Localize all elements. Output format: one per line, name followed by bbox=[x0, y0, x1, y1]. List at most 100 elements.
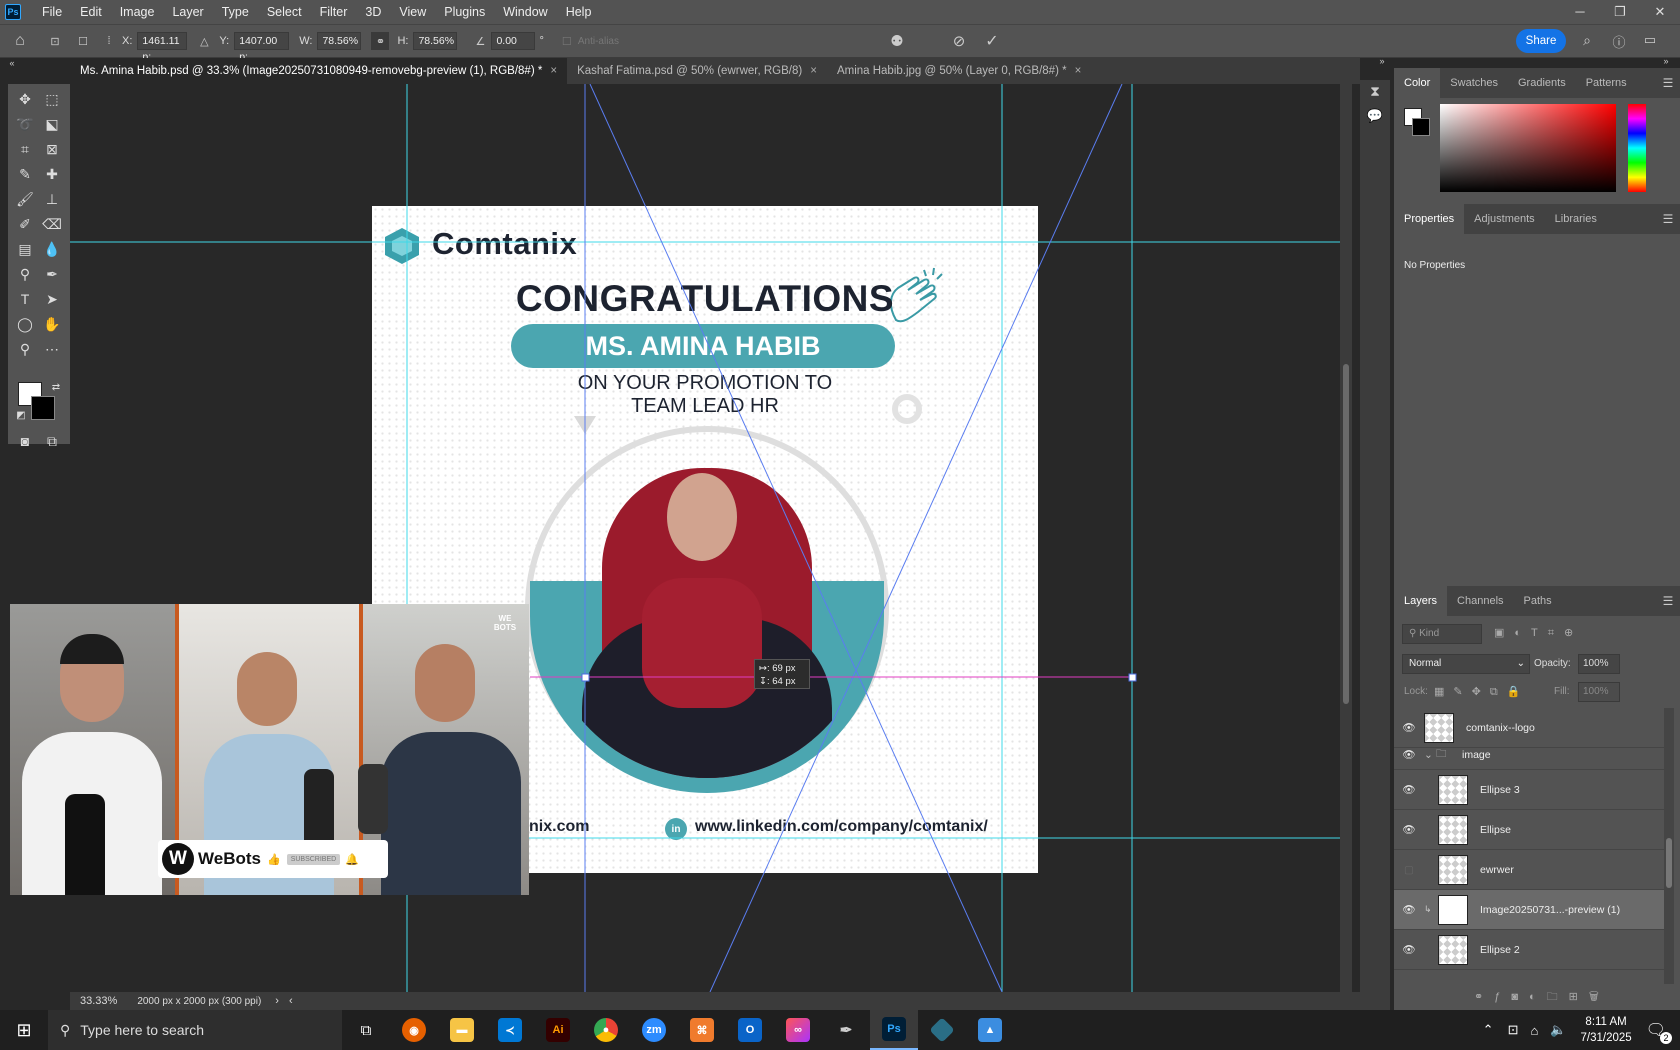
transform-tool-icon[interactable]: ⊡ bbox=[40, 35, 70, 48]
network-app-icon[interactable]: ⊡ bbox=[1508, 1022, 1519, 1038]
object-select-tool-icon[interactable]: ⬕ bbox=[39, 113, 65, 135]
menu-image[interactable]: Image bbox=[111, 0, 164, 24]
taskbar-search-box[interactable]: ⚲ Type here to search bbox=[48, 1010, 342, 1050]
menu-layer[interactable]: Layer bbox=[163, 0, 212, 24]
cancel-transform-icon[interactable]: ⊘ bbox=[949, 32, 969, 50]
visibility-hidden-box[interactable]: ▢ bbox=[1394, 864, 1424, 876]
dodge-tool-icon[interactable]: ⚲ bbox=[12, 263, 38, 285]
vertical-scrollbar[interactable] bbox=[1340, 84, 1352, 992]
tab-doc-1[interactable]: Ms. Amina Habib.psd @ 33.3% (Image202507… bbox=[70, 58, 568, 84]
h-field[interactable]: 78.56% bbox=[413, 32, 458, 50]
tab-doc-3[interactable]: Amina Habib.jpg @ 50% (Layer 0, RGB/8#) … bbox=[827, 58, 1091, 84]
eyedropper-tool-icon[interactable]: ✎ bbox=[12, 163, 38, 185]
visibility-eye-icon[interactable]: 👁 bbox=[1394, 943, 1424, 956]
type-tool-icon[interactable]: T bbox=[12, 288, 38, 310]
tab-channels[interactable]: Channels bbox=[1447, 595, 1513, 607]
photoshop-app[interactable]: Ps bbox=[870, 1010, 918, 1050]
chrome-app[interactable]: ● bbox=[582, 1010, 630, 1050]
stamp-tool-icon[interactable]: ⊥ bbox=[39, 188, 65, 210]
layer-group-row[interactable]: 👁 ⌄ 🗀 image bbox=[1394, 740, 1664, 770]
menu-edit[interactable]: Edit bbox=[71, 0, 111, 24]
hand-tool-icon[interactable]: ✋ bbox=[39, 313, 65, 335]
pen-tool-icon[interactable]: ✒ bbox=[39, 263, 65, 285]
eraser-tool-icon[interactable]: ⌫ bbox=[39, 213, 65, 235]
lasso-tool-icon[interactable]: ➰ bbox=[12, 113, 38, 135]
chevron-down-icon[interactable]: ⌄ bbox=[1424, 749, 1436, 761]
reference-point-checkbox[interactable]: ☐ bbox=[70, 35, 96, 48]
hue-slider[interactable] bbox=[1628, 104, 1646, 192]
video-overlay[interactable]: WE BOTS W WeBots 👍 SUBSCRIBED 🔔 bbox=[10, 604, 529, 895]
color-bg-swatch[interactable] bbox=[1412, 118, 1430, 136]
collapse-panels-icon[interactable]: » bbox=[1658, 56, 1674, 66]
image-viewer-app[interactable]: ▲ bbox=[966, 1010, 1014, 1050]
visibility-eye-icon[interactable]: 👁 bbox=[1394, 823, 1424, 836]
wifi-icon[interactable]: ⌂ bbox=[1530, 1023, 1538, 1038]
zoom-level[interactable]: 33.33% bbox=[80, 995, 117, 1007]
menu-filter[interactable]: Filter bbox=[311, 0, 357, 24]
tab-adjustments[interactable]: Adjustments bbox=[1464, 213, 1545, 225]
subscribed-button[interactable]: SUBSCRIBED bbox=[286, 853, 341, 865]
close-tab-icon[interactable]: × bbox=[1075, 65, 1082, 77]
help-icon[interactable]: ⓘ bbox=[1609, 32, 1629, 51]
brush-tool-icon[interactable]: 🖌 bbox=[12, 188, 38, 210]
chevron-left-icon[interactable]: ‹ bbox=[289, 995, 293, 1007]
tab-layers[interactable]: Layers bbox=[1394, 586, 1448, 616]
screen-mode-icon[interactable]: ⧉ bbox=[39, 430, 65, 452]
layers-scroll-thumb[interactable] bbox=[1666, 838, 1672, 888]
illustrator-app[interactable]: Ai bbox=[534, 1010, 582, 1050]
visibility-eye-icon[interactable]: 👁 bbox=[1394, 783, 1424, 796]
reference-point-icon[interactable]: ⁞ bbox=[96, 35, 122, 47]
y-field[interactable]: 1407.00 p: bbox=[234, 32, 290, 63]
close-tab-icon[interactable]: × bbox=[550, 65, 557, 77]
tab-gradients[interactable]: Gradients bbox=[1508, 77, 1576, 89]
frame-tool-icon[interactable]: ⊠ bbox=[39, 138, 65, 160]
start-button[interactable]: ⊞ bbox=[0, 1010, 48, 1050]
visibility-eye-icon[interactable]: 👁 bbox=[1394, 721, 1424, 734]
fill-field[interactable]: 100% bbox=[1578, 682, 1620, 702]
tab-color[interactable]: Color bbox=[1394, 68, 1441, 98]
chevron-up-icon[interactable]: ⌃ bbox=[1483, 1022, 1494, 1038]
restore-icon[interactable]: ❐ bbox=[1600, 4, 1640, 20]
menu-view[interactable]: View bbox=[390, 0, 435, 24]
tab-properties[interactable]: Properties bbox=[1394, 204, 1465, 234]
menu-file[interactable]: File bbox=[33, 0, 71, 24]
blend-mode-select[interactable]: Normal ⌄ bbox=[1402, 654, 1530, 674]
tab-doc-2[interactable]: Kashaf Fatima.psd @ 50% (ewrwer, RGB/8) × bbox=[567, 58, 827, 84]
tab-libraries[interactable]: Libraries bbox=[1545, 213, 1607, 225]
layers-scrollbar[interactable] bbox=[1664, 708, 1674, 984]
vscode-app[interactable]: ≺ bbox=[486, 1010, 534, 1050]
close-icon[interactable]: ✕ bbox=[1640, 4, 1680, 20]
close-tab-icon[interactable]: × bbox=[810, 65, 817, 77]
postman-app[interactable]: ⌘ bbox=[678, 1010, 726, 1050]
crop-tool-icon[interactable]: ⌗ bbox=[12, 138, 38, 160]
marquee-tool-icon[interactable]: ⬚ bbox=[39, 88, 65, 110]
history-panel-icon[interactable]: ⧗ bbox=[1365, 83, 1385, 100]
minimize-icon[interactable]: ─ bbox=[1560, 4, 1600, 20]
lock-icons[interactable]: ▦✎✥⧉🔒 bbox=[1434, 685, 1529, 699]
menu-window[interactable]: Window bbox=[494, 0, 556, 24]
default-colors-icon[interactable]: ◩ bbox=[8, 404, 34, 426]
tab-swatches[interactable]: Swatches bbox=[1440, 77, 1508, 89]
menu-select[interactable]: Select bbox=[258, 0, 311, 24]
pen-app[interactable]: ✒ bbox=[822, 1010, 870, 1050]
gradient-tool-icon[interactable]: ▤ bbox=[12, 238, 38, 260]
panel-menu-icon[interactable]: ☰ bbox=[1662, 212, 1674, 226]
zoom-app[interactable]: zm bbox=[630, 1010, 678, 1050]
notification-icon[interactable]: 🗨 2 bbox=[1646, 1020, 1672, 1044]
workspace-icon[interactable]: ▭ bbox=[1640, 32, 1660, 48]
angle-field[interactable]: 0.00 bbox=[491, 32, 536, 50]
collapse-left-icon[interactable]: « bbox=[4, 58, 20, 68]
outlook-app[interactable]: O bbox=[726, 1010, 774, 1050]
move-tool-icon[interactable]: ✥ bbox=[12, 88, 38, 110]
vertical-scroll-thumb[interactable] bbox=[1343, 364, 1349, 704]
menu-3d[interactable]: 3D bbox=[356, 0, 390, 24]
firefox-app[interactable]: ◉ bbox=[390, 1010, 438, 1050]
share-button[interactable]: Share bbox=[1516, 29, 1566, 53]
antialias-checkbox[interactable]: ☐ bbox=[560, 35, 574, 48]
menu-plugins[interactable]: Plugins bbox=[435, 0, 494, 24]
background-color-swatch[interactable] bbox=[31, 396, 55, 420]
comments-panel-icon[interactable]: 💬 bbox=[1365, 108, 1385, 124]
commit-transform-icon[interactable]: ✓ bbox=[982, 31, 1002, 51]
delta-icon[interactable]: △ bbox=[197, 35, 211, 48]
layer-actions-bar[interactable]: ⚭ƒ◙◐🗀⊞🗑 bbox=[1474, 988, 1674, 1007]
